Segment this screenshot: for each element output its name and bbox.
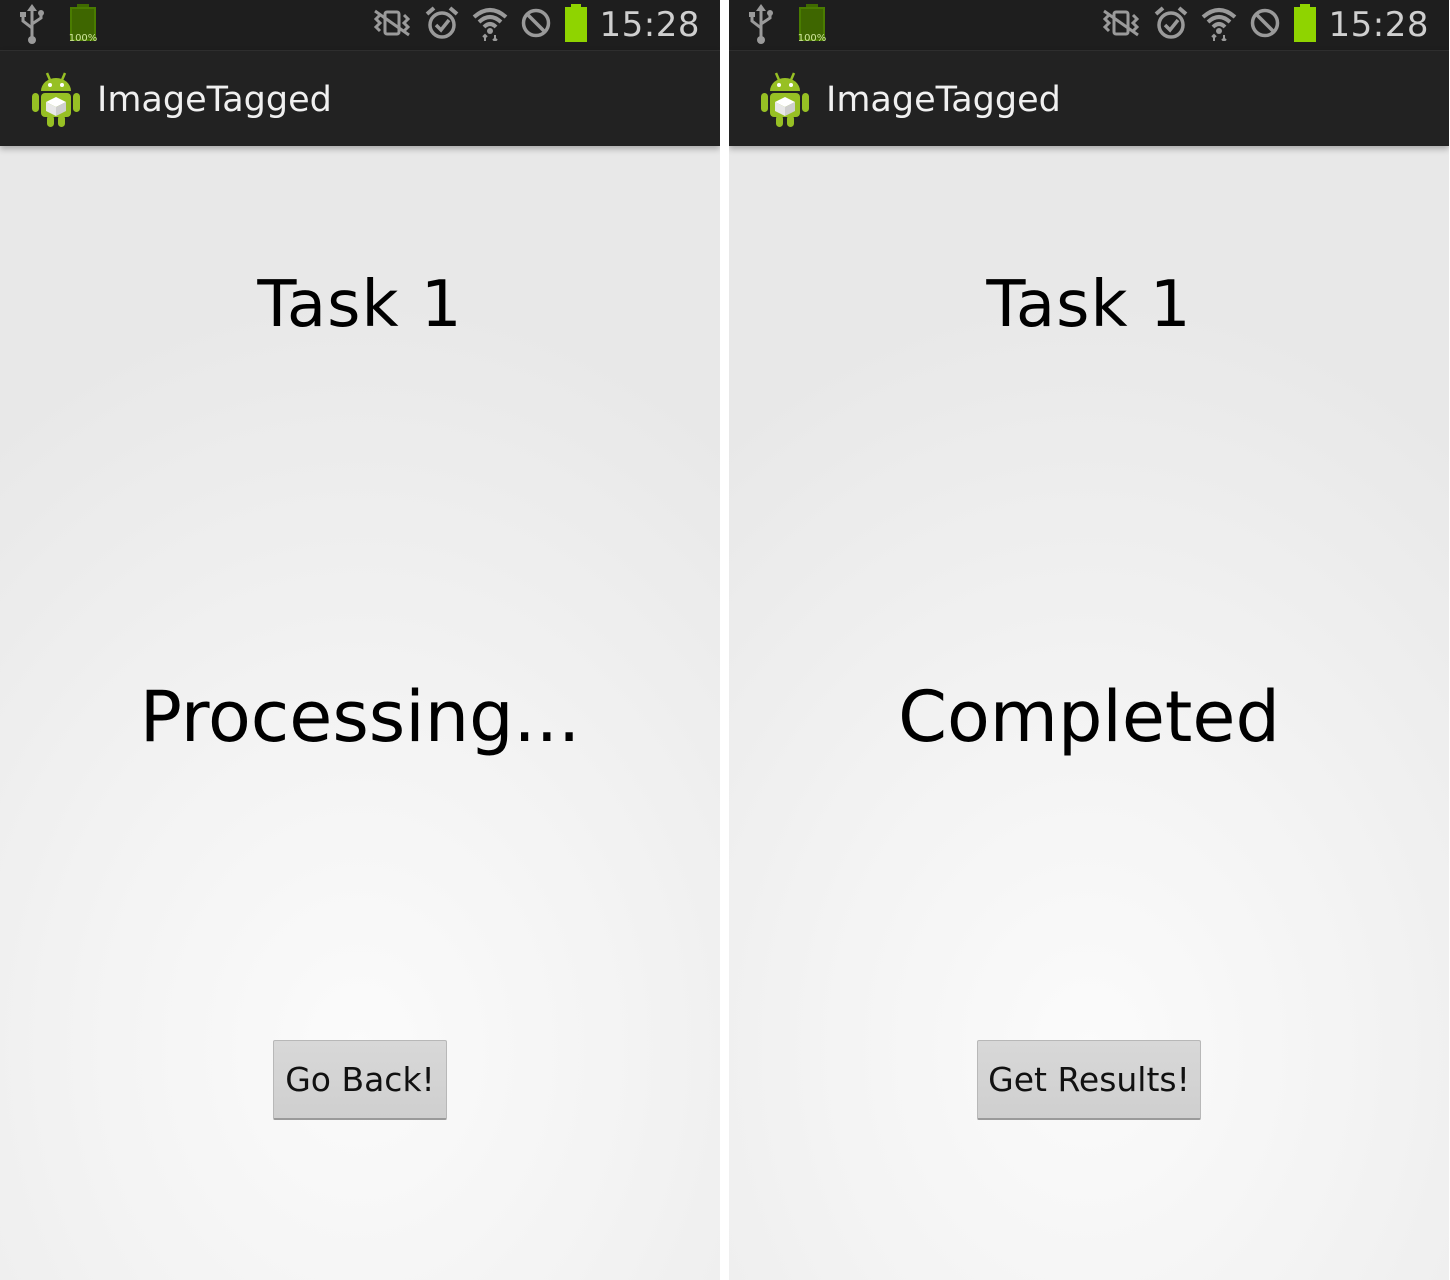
status-clock: 15:28 bbox=[599, 5, 700, 45]
alarm-icon bbox=[1153, 5, 1189, 45]
phone-screen-processing: 100% 15:28 ImageTagged Task 1 Processing… bbox=[0, 0, 720, 1280]
blocking-icon bbox=[1249, 7, 1281, 43]
task-title: Task 1 bbox=[986, 268, 1192, 342]
status-clock: 15:28 bbox=[1328, 5, 1429, 45]
task-status-text: Processing... bbox=[139, 676, 581, 758]
android-app-icon[interactable] bbox=[30, 71, 82, 127]
task-title: Task 1 bbox=[257, 268, 463, 342]
action-bar: ImageTagged bbox=[729, 50, 1449, 146]
vibrate-icon bbox=[1101, 8, 1141, 42]
status-bar: 100% 15:28 bbox=[729, 0, 1449, 50]
usb-icon bbox=[747, 4, 775, 48]
wifi-icon bbox=[1201, 5, 1237, 45]
vibrate-icon bbox=[372, 8, 412, 42]
blocking-icon bbox=[520, 7, 552, 43]
action-bar: ImageTagged bbox=[0, 50, 720, 146]
get-results-button[interactable]: Get Results! bbox=[977, 1040, 1201, 1120]
go-back-button[interactable]: Go Back! bbox=[273, 1040, 447, 1120]
battery-full-icon: 100% bbox=[795, 4, 829, 48]
battery-percent-label: 100% bbox=[798, 33, 827, 44]
phone-screen-completed: 100% 15:28 ImageTagged Task 1 Completed … bbox=[729, 0, 1449, 1280]
status-bar: 100% 15:28 bbox=[0, 0, 720, 50]
battery-percent-label: 100% bbox=[69, 33, 98, 44]
app-title: ImageTagged bbox=[97, 80, 332, 120]
app-title: ImageTagged bbox=[826, 80, 1061, 120]
battery-icon bbox=[1293, 4, 1317, 46]
screen-divider bbox=[720, 0, 729, 1280]
alarm-icon bbox=[424, 5, 460, 45]
usb-icon bbox=[18, 4, 46, 48]
battery-icon bbox=[564, 4, 588, 46]
battery-full-icon: 100% bbox=[66, 4, 100, 48]
wifi-icon bbox=[472, 5, 508, 45]
task-status-text: Completed bbox=[898, 676, 1280, 758]
android-app-icon[interactable] bbox=[759, 71, 811, 127]
